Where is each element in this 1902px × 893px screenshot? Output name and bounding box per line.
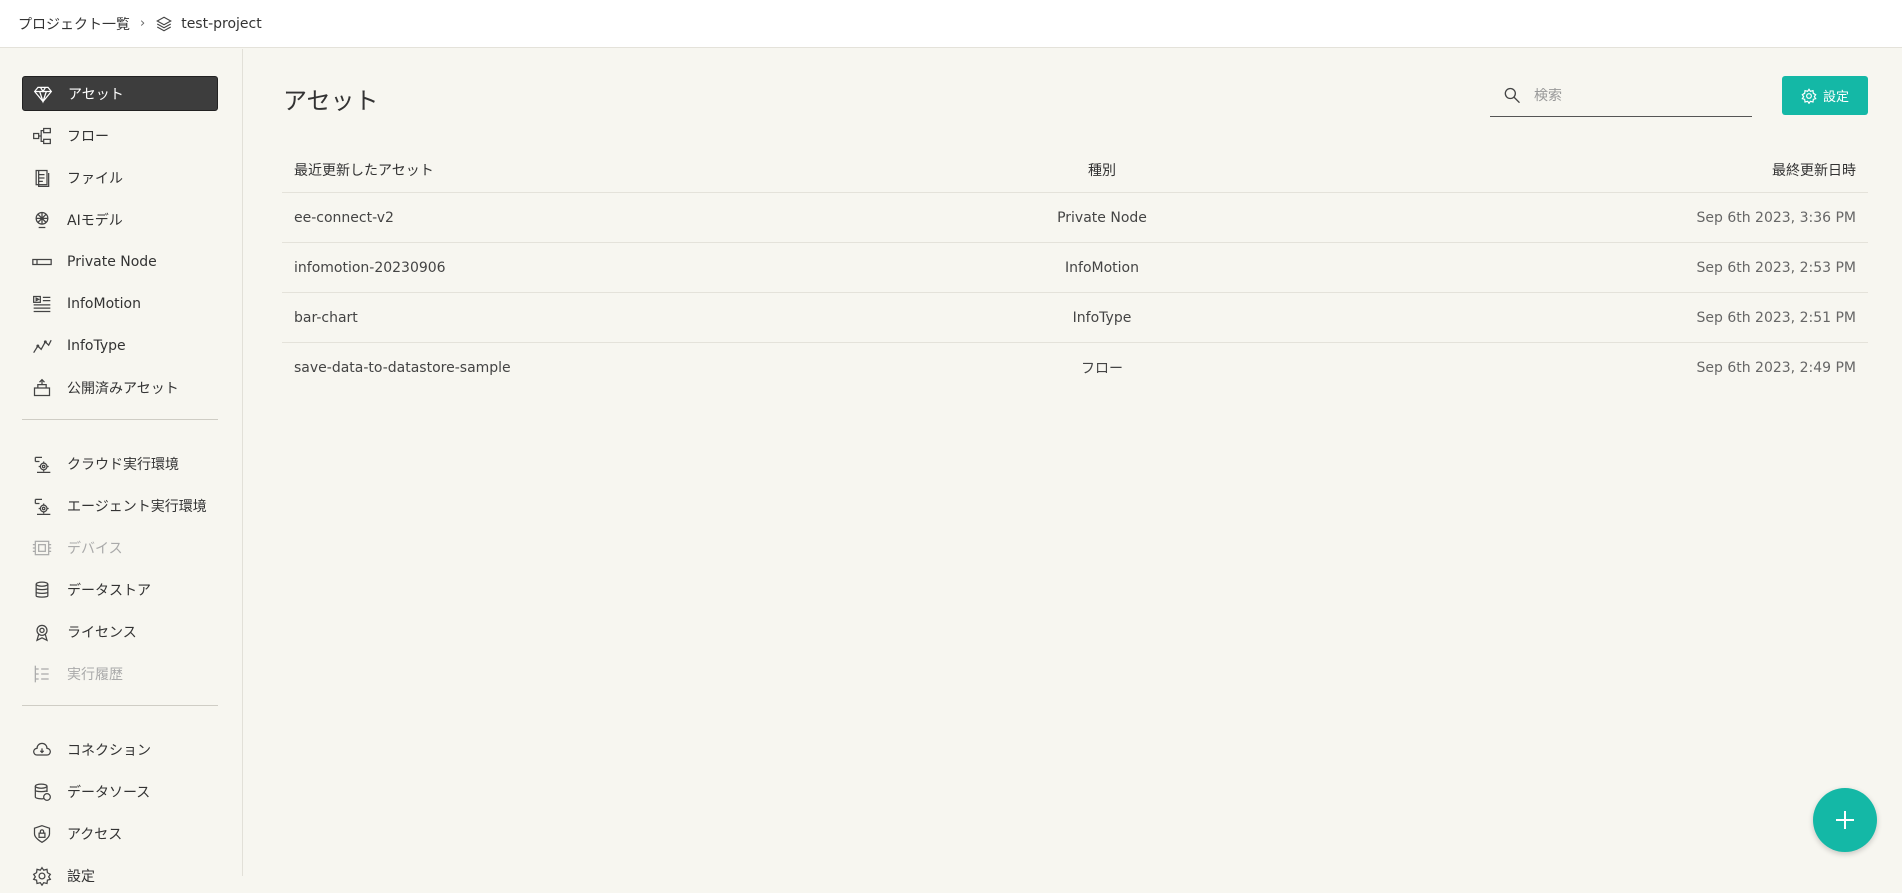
sidebar-divider (22, 419, 218, 420)
table-row[interactable]: save-data-to-datastore-sample フロー Sep 6t… (282, 343, 1868, 393)
sidebar-item-published-assets[interactable]: 公開済みアセット (22, 370, 218, 405)
sidebar-item-license[interactable]: ライセンス (22, 614, 218, 649)
asset-name: save-data-to-datastore-sample (294, 360, 511, 376)
sidebar-item-label: クラウド実行環境 (67, 456, 179, 473)
column-header-updated: 最終更新日時 (1772, 162, 1856, 179)
page-title: アセット (283, 87, 379, 115)
flow-icon (31, 125, 53, 147)
published-asset-icon (31, 377, 53, 399)
asset-updated: Sep 6th 2023, 2:51 PM (1696, 309, 1857, 326)
sidebar-item-infotype[interactable]: InfoType (22, 328, 218, 363)
sidebar-item-label: コネクション (67, 742, 151, 759)
sidebar-item-label: Private Node (67, 253, 157, 270)
search-box (1490, 75, 1752, 117)
private-node-icon (31, 251, 53, 273)
access-icon (31, 823, 53, 845)
recent-assets-table: 最近更新したアセット 種別 最終更新日時 ee-connect-v2 Priva… (282, 147, 1868, 393)
sidebar-item-private-node[interactable]: Private Node (22, 244, 218, 279)
asset-type: InfoMotion (1065, 259, 1139, 276)
column-header-type: 種別 (1088, 162, 1116, 179)
infomotion-icon (31, 293, 53, 315)
sidebar-item-file[interactable]: ファイル (22, 160, 218, 195)
asset-updated: Sep 6th 2023, 2:49 PM (1696, 360, 1857, 376)
search-input[interactable] (1534, 87, 1734, 104)
sidebar-item-label: InfoMotion (67, 295, 141, 312)
datasource-icon (31, 781, 53, 803)
connection-icon (31, 739, 53, 761)
asset-updated: Sep 6th 2023, 2:53 PM (1696, 259, 1857, 276)
sidebar-item-connection[interactable]: コネクション (22, 732, 218, 767)
breadcrumb-projects-link[interactable]: プロジェクト一覧 (18, 14, 130, 34)
asset-name: bar-chart (294, 309, 358, 326)
sidebar-item-datasource[interactable]: データソース (22, 774, 218, 809)
table-row[interactable]: bar-chart InfoType Sep 6th 2023, 2:51 PM (282, 293, 1868, 343)
sidebar-item-access[interactable]: アクセス (22, 816, 218, 851)
device-icon (31, 537, 53, 559)
sidebar-item-device[interactable]: デバイス (22, 530, 218, 565)
sidebar-item-label: InfoType (67, 337, 126, 354)
asset-updated: Sep 6th 2023, 3:36 PM (1696, 209, 1857, 226)
history-icon (31, 663, 53, 685)
sidebar-item-flow[interactable]: フロー (22, 118, 218, 153)
asset-name: ee-connect-v2 (294, 209, 394, 226)
gear-icon (1801, 87, 1817, 104)
settings-button-label: 設定 (1822, 90, 1849, 105)
ai-model-icon (31, 209, 53, 231)
sidebar-item-label: アセット (68, 86, 124, 103)
sidebar-item-label: ライセンス (67, 624, 137, 641)
sidebar-item-label: データストア (67, 582, 151, 599)
plus-icon (1833, 808, 1857, 832)
add-button[interactable] (1813, 788, 1877, 852)
sidebar-item-label: データソース (67, 784, 151, 801)
asset-type: InfoType (1072, 309, 1132, 326)
table-row[interactable]: ee-connect-v2 Private Node Sep 6th 2023,… (282, 193, 1868, 243)
sidebar-item-assets[interactable]: アセット (22, 76, 218, 111)
datastore-icon (31, 579, 53, 601)
main-content: アセット 設定 最近更新したアセット 種別 最終更新日時 ee-connect-… (244, 49, 1902, 876)
table-row[interactable]: infomotion-20230906 InfoMotion Sep 6th 2… (282, 243, 1868, 293)
cloud-runtime-icon (31, 453, 53, 475)
sidebar-item-datastore[interactable]: データストア (22, 572, 218, 607)
top-bar: プロジェクト一覧 › test-project (0, 0, 1902, 48)
sidebar: アセット フロー ファイル AIモデル Private Node InfoMot… (0, 49, 243, 886)
asset-type: Private Node (1057, 209, 1147, 226)
breadcrumb-project: test-project (181, 15, 262, 32)
column-header-asset: 最近更新したアセット (294, 162, 434, 179)
breadcrumb-separator: › (140, 16, 146, 31)
infotype-icon (31, 335, 53, 357)
search-icon (1502, 86, 1522, 106)
settings-button[interactable]: 設定 (1782, 76, 1868, 115)
sidebar-divider (22, 705, 218, 706)
sidebar-item-label: ファイル (67, 170, 123, 187)
diamond-icon (32, 83, 54, 105)
agent-runtime-icon (31, 495, 53, 517)
sidebar-item-infomotion[interactable]: InfoMotion (22, 286, 218, 321)
asset-name: infomotion-20230906 (294, 259, 446, 276)
sidebar-item-label: 実行履歴 (67, 666, 123, 683)
sidebar-item-label: フロー (67, 128, 109, 145)
sidebar-item-history[interactable]: 実行履歴 (22, 656, 218, 691)
sidebar-item-label: デバイス (67, 540, 123, 557)
sidebar-item-ai-model[interactable]: AIモデル (22, 202, 218, 237)
sidebar-item-label: アクセス (67, 826, 123, 843)
layers-icon (155, 15, 173, 33)
asset-type: フロー (1081, 361, 1123, 377)
sidebar-item-label: 公開済みアセット (67, 380, 179, 397)
sidebar-item-cloud-runtime[interactable]: クラウド実行環境 (22, 446, 218, 481)
sidebar-item-agent-runtime[interactable]: エージェント実行環境 (22, 488, 218, 523)
sidebar-item-label: AIモデル (67, 212, 123, 229)
sidebar-item-label: エージェント実行環境 (67, 498, 207, 515)
table-header-row: 最近更新したアセット 種別 最終更新日時 (282, 147, 1868, 193)
license-icon (31, 621, 53, 643)
file-icon (31, 167, 53, 189)
